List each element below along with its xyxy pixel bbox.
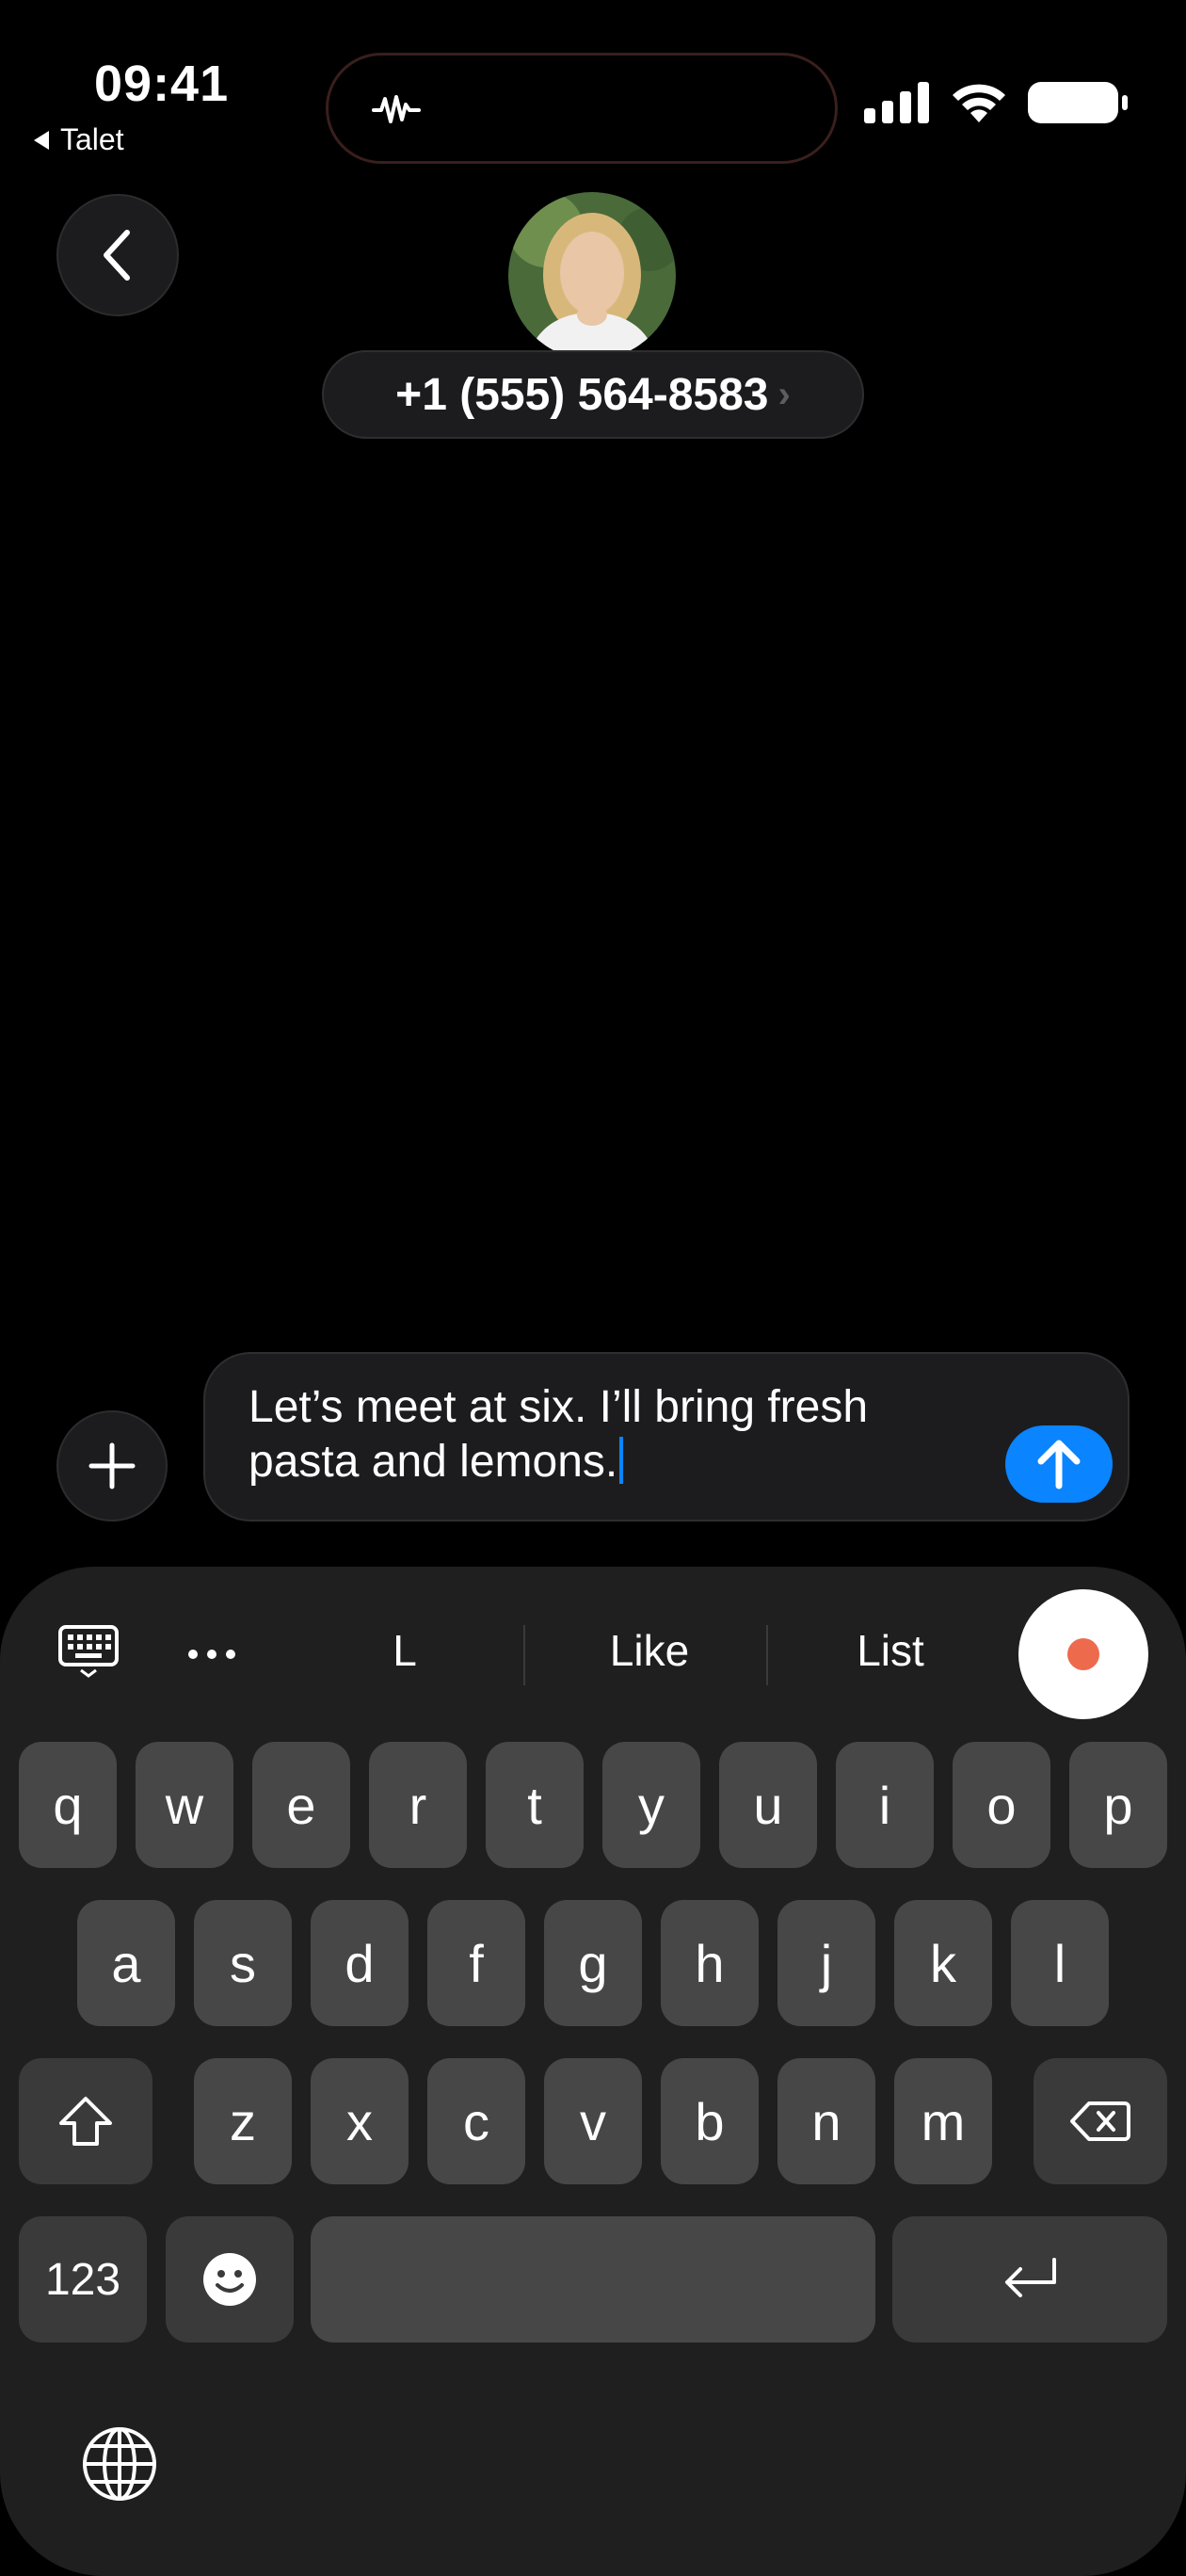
send-button[interactable]	[1005, 1425, 1113, 1503]
key-q[interactable]: q	[19, 1742, 117, 1868]
message-text: Let’s meet at six. I’ll bring fresh past…	[248, 1382, 869, 1487]
chevron-right-icon: ›	[777, 373, 791, 415]
message-input[interactable]: Let’s meet at six. I’ll bring fresh past…	[203, 1352, 1130, 1521]
key-t[interactable]: t	[486, 1742, 584, 1868]
battery-icon	[1028, 82, 1128, 123]
arrow-up-icon	[1037, 1440, 1081, 1489]
key-u[interactable]: u	[719, 1742, 817, 1868]
record-button[interactable]	[1018, 1589, 1148, 1719]
dynamic-island[interactable]	[326, 53, 838, 164]
key-f[interactable]: f	[427, 1900, 525, 2026]
audio-waveform-icon	[372, 95, 421, 123]
ellipsis-icon[interactable]	[188, 1650, 235, 1659]
cellular-signal-icon	[864, 82, 929, 123]
back-app-label: Talet	[60, 122, 124, 156]
key-j[interactable]: j	[777, 1900, 875, 2026]
globe-icon[interactable]	[81, 2425, 158, 2503]
key-y[interactable]: y	[602, 1742, 700, 1868]
key-w[interactable]: w	[136, 1742, 233, 1868]
key-o[interactable]: o	[953, 1742, 1050, 1868]
plus-icon	[88, 1442, 136, 1489]
keyboard-icon[interactable]	[58, 1625, 119, 1678]
delete-key[interactable]	[1034, 2058, 1167, 2184]
key-i[interactable]: i	[836, 1742, 934, 1868]
back-to-app-link[interactable]: Talet	[34, 122, 124, 157]
key-n[interactable]: n	[777, 2058, 875, 2184]
contact-name-pill[interactable]: +1 (555) 564-8583 ›	[322, 350, 864, 439]
return-key[interactable]	[892, 2216, 1167, 2343]
contact-number: +1 (555) 564-8583	[395, 369, 769, 420]
back-button[interactable]	[56, 194, 179, 316]
return-icon	[1005, 2258, 1056, 2297]
key-v[interactable]: v	[544, 2058, 642, 2184]
emoji-icon	[203, 2253, 256, 2306]
suggestion-item[interactable]: L	[348, 1625, 461, 1676]
emoji-key[interactable]	[166, 2216, 294, 2343]
key-g[interactable]: g	[544, 1900, 642, 2026]
suggestion-item[interactable]: Like	[565, 1625, 734, 1676]
key-m[interactable]: m	[894, 2058, 992, 2184]
key-s[interactable]: s	[194, 1900, 292, 2026]
contact-avatar[interactable]	[508, 192, 676, 360]
numbers-key[interactable]: 123	[19, 2216, 147, 2343]
back-triangle-icon	[34, 130, 49, 150]
avatar-photo	[508, 192, 676, 360]
key-x[interactable]: x	[311, 2058, 409, 2184]
key-p[interactable]: p	[1069, 1742, 1167, 1868]
chevron-left-icon	[104, 230, 130, 281]
suggestion-item[interactable]: List	[806, 1625, 975, 1676]
key-c[interactable]: c	[427, 2058, 525, 2184]
status-icons	[864, 81, 1128, 124]
delete-icon	[1070, 2101, 1130, 2141]
space-key[interactable]	[311, 2216, 875, 2343]
key-d[interactable]: d	[311, 1900, 409, 2026]
key-z[interactable]: z	[194, 2058, 292, 2184]
key-k[interactable]: k	[894, 1900, 992, 2026]
add-attachment-button[interactable]	[56, 1410, 168, 1521]
key-e[interactable]: e	[252, 1742, 350, 1868]
key-r[interactable]: r	[369, 1742, 467, 1868]
key-l[interactable]: l	[1011, 1900, 1109, 2026]
wifi-icon	[953, 84, 1005, 122]
shift-icon	[59, 2097, 112, 2146]
text-caret	[619, 1437, 624, 1484]
key-b[interactable]: b	[661, 2058, 759, 2184]
key-h[interactable]: h	[661, 1900, 759, 2026]
record-icon	[1067, 1638, 1099, 1670]
key-a[interactable]: a	[77, 1900, 175, 2026]
status-time: 09:41	[94, 56, 230, 112]
suggestion-divider	[766, 1625, 768, 1685]
shift-key[interactable]	[19, 2058, 152, 2184]
suggestion-divider	[523, 1625, 525, 1685]
suggestion-bar: L Like List	[0, 1567, 1186, 1736]
